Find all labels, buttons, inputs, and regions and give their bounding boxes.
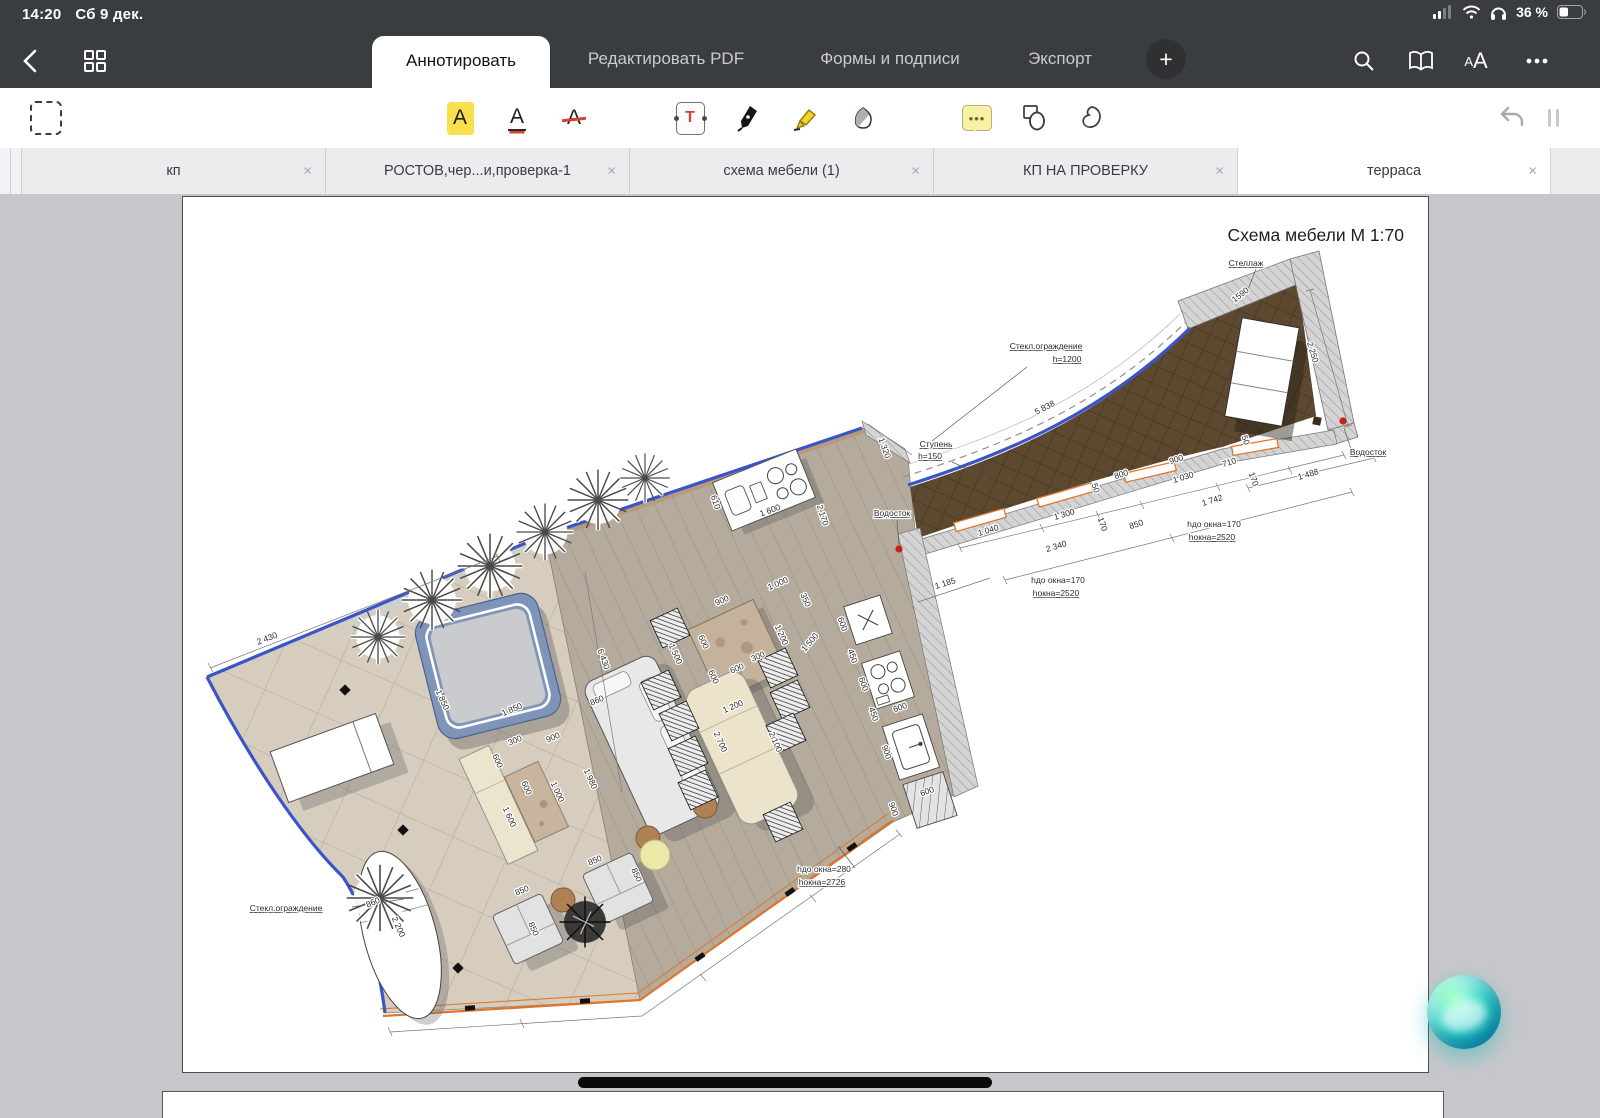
room-marker — [1312, 416, 1321, 425]
svg-text:850: 850 — [1128, 517, 1145, 531]
pdf-page-next[interactable] — [163, 1092, 1443, 1118]
svg-text:Водосток: Водосток — [1350, 447, 1387, 457]
grid-view-icon[interactable] — [78, 44, 112, 78]
siri-orb[interactable] — [1427, 975, 1501, 1049]
pdf-page: Схема мебели М 1:70 — [183, 197, 1428, 1072]
plan-drawing: Стеллаж15902 250Стекл.ограждениеh=12005 … — [183, 197, 1428, 1072]
strikethrough-tool[interactable]: A — [554, 88, 594, 148]
svg-text:hокна=2520: hокна=2520 — [1189, 532, 1236, 542]
highlight-a-icon: A — [447, 102, 474, 135]
pen-tool[interactable] — [727, 88, 767, 148]
doc-tab-shema-mebeli[interactable]: схема мебели (1)× — [630, 148, 934, 194]
tab-edge-sliver[interactable] — [0, 148, 11, 194]
svg-text:Стекл.ограждение: Стекл.ограждение — [250, 903, 323, 913]
shapes-tool[interactable] — [1015, 88, 1055, 148]
screen: 14:20 Сб 9 дек. 36 % Аннотировать Редакти… — [0, 0, 1600, 1118]
back-button[interactable] — [14, 44, 48, 78]
eraser-tool[interactable] — [843, 88, 883, 148]
nav-row: Аннотировать Редактировать PDF Формы и п… — [0, 30, 1600, 88]
tab-edit-pdf[interactable]: Редактировать PDF — [566, 30, 766, 88]
svg-text:Стекл.ограждение: Стекл.ограждение — [1010, 341, 1083, 351]
top-bar: 14:20 Сб 9 дек. 36 % Аннотировать Редакти… — [0, 0, 1600, 88]
svg-text:2 430: 2 430 — [255, 630, 279, 647]
undo-button[interactable] — [1492, 88, 1532, 148]
more-menu-icon[interactable] — [1520, 44, 1554, 78]
svg-text:Ступень: Ступень — [920, 439, 953, 449]
content-area[interactable]: Схема мебели М 1:70 — [0, 194, 1600, 1118]
svg-text:hокна=2520: hокна=2520 — [1033, 588, 1080, 598]
comment-icon: ••• — [962, 105, 992, 131]
text-size-icon[interactable]: AA — [1459, 44, 1493, 78]
text-box-icon: T — [676, 102, 705, 135]
add-tab-button[interactable]: + — [1146, 39, 1186, 79]
svg-text:hдо окна=170: hдо окна=170 — [1187, 519, 1241, 529]
tab-forms-signatures[interactable]: Формы и подписи — [792, 30, 988, 88]
shapes-icon — [1020, 103, 1050, 133]
home-indicator[interactable] — [578, 1077, 992, 1088]
close-icon[interactable]: × — [1215, 163, 1224, 180]
annotation-toolbar: A A A T ••• — [0, 88, 1600, 149]
svg-text:1 185: 1 185 — [933, 575, 957, 591]
book-icon[interactable] — [1404, 44, 1438, 78]
svg-text:170: 170 — [1096, 516, 1110, 533]
comment-tool[interactable]: ••• — [957, 88, 997, 148]
document-tab-bar: кп× РОСТОВ,чер...и,проверка-1× схема меб… — [0, 148, 1600, 195]
status-bar: 14:20 Сб 9 дек. 36 % — [0, 0, 1600, 30]
text-box-tool[interactable]: T — [670, 88, 710, 148]
drain-dot-left — [895, 545, 902, 552]
close-icon[interactable]: × — [911, 163, 920, 180]
lasso-tool[interactable] — [1072, 88, 1112, 148]
svg-text:5 838: 5 838 — [1033, 398, 1057, 417]
strikethrough-a-icon: A — [565, 106, 583, 130]
status-date: Сб 9 дек. — [75, 6, 143, 23]
drain-dot-right — [1339, 417, 1346, 424]
search-icon[interactable] — [1347, 44, 1381, 78]
underline-a-icon: A — [508, 105, 526, 131]
tab-bar-filler — [1551, 148, 1600, 194]
pouf-yellow — [640, 840, 670, 870]
selection-rect-icon — [30, 101, 62, 135]
select-tool[interactable] — [26, 88, 66, 148]
signal-icon — [1433, 5, 1453, 19]
close-icon[interactable]: × — [1528, 163, 1537, 180]
tab-export[interactable]: Экспорт — [1012, 30, 1108, 88]
svg-text:2 340: 2 340 — [1044, 538, 1068, 554]
undo-icon — [1498, 105, 1526, 131]
highlighter-tool[interactable] — [785, 88, 825, 148]
close-icon[interactable]: × — [607, 163, 616, 180]
status-time: 14:20 — [22, 6, 61, 23]
svg-text:Стеллаж: Стеллаж — [1229, 258, 1264, 268]
tab-edge-sliver2[interactable] — [11, 148, 22, 194]
toolbar-drag-handle[interactable] — [1538, 88, 1568, 148]
lasso-icon — [1078, 104, 1106, 132]
underline-tool[interactable]: A — [497, 88, 537, 148]
battery-icon — [1557, 5, 1586, 19]
svg-text:1 488: 1 488 — [1296, 466, 1320, 482]
svg-text:hдо окна=170: hдо окна=170 — [1031, 575, 1085, 585]
doc-tab-kp[interactable]: кп× — [22, 148, 326, 194]
pen-icon — [734, 104, 760, 132]
handle-icon — [1548, 109, 1559, 127]
eraser-icon — [850, 104, 876, 132]
headphones-icon — [1490, 5, 1507, 20]
svg-text:h=150: h=150 — [918, 451, 942, 461]
svg-text:Водосток: Водосток — [874, 508, 911, 518]
close-icon[interactable]: × — [303, 163, 312, 180]
highlighter-icon — [791, 104, 819, 132]
tab-annotate[interactable]: Аннотировать — [372, 36, 550, 88]
svg-text:h=1200: h=1200 — [1053, 354, 1082, 364]
doc-tab-kp-na-proverku[interactable]: КП НА ПРОВЕРКУ× — [934, 148, 1238, 194]
svg-text:1 742: 1 742 — [1200, 492, 1224, 508]
wifi-icon — [1462, 5, 1481, 19]
doc-tab-rostov[interactable]: РОСТОВ,чер...и,проверка-1× — [326, 148, 630, 194]
battery-percent: 36 % — [1516, 4, 1548, 20]
highlight-tool[interactable]: A — [440, 88, 480, 148]
doc-tab-terrasa[interactable]: терраса× — [1238, 148, 1551, 194]
svg-text:hокна=2726: hокна=2726 — [799, 877, 846, 887]
svg-text:hдо окна=280: hдо окна=280 — [797, 864, 851, 874]
